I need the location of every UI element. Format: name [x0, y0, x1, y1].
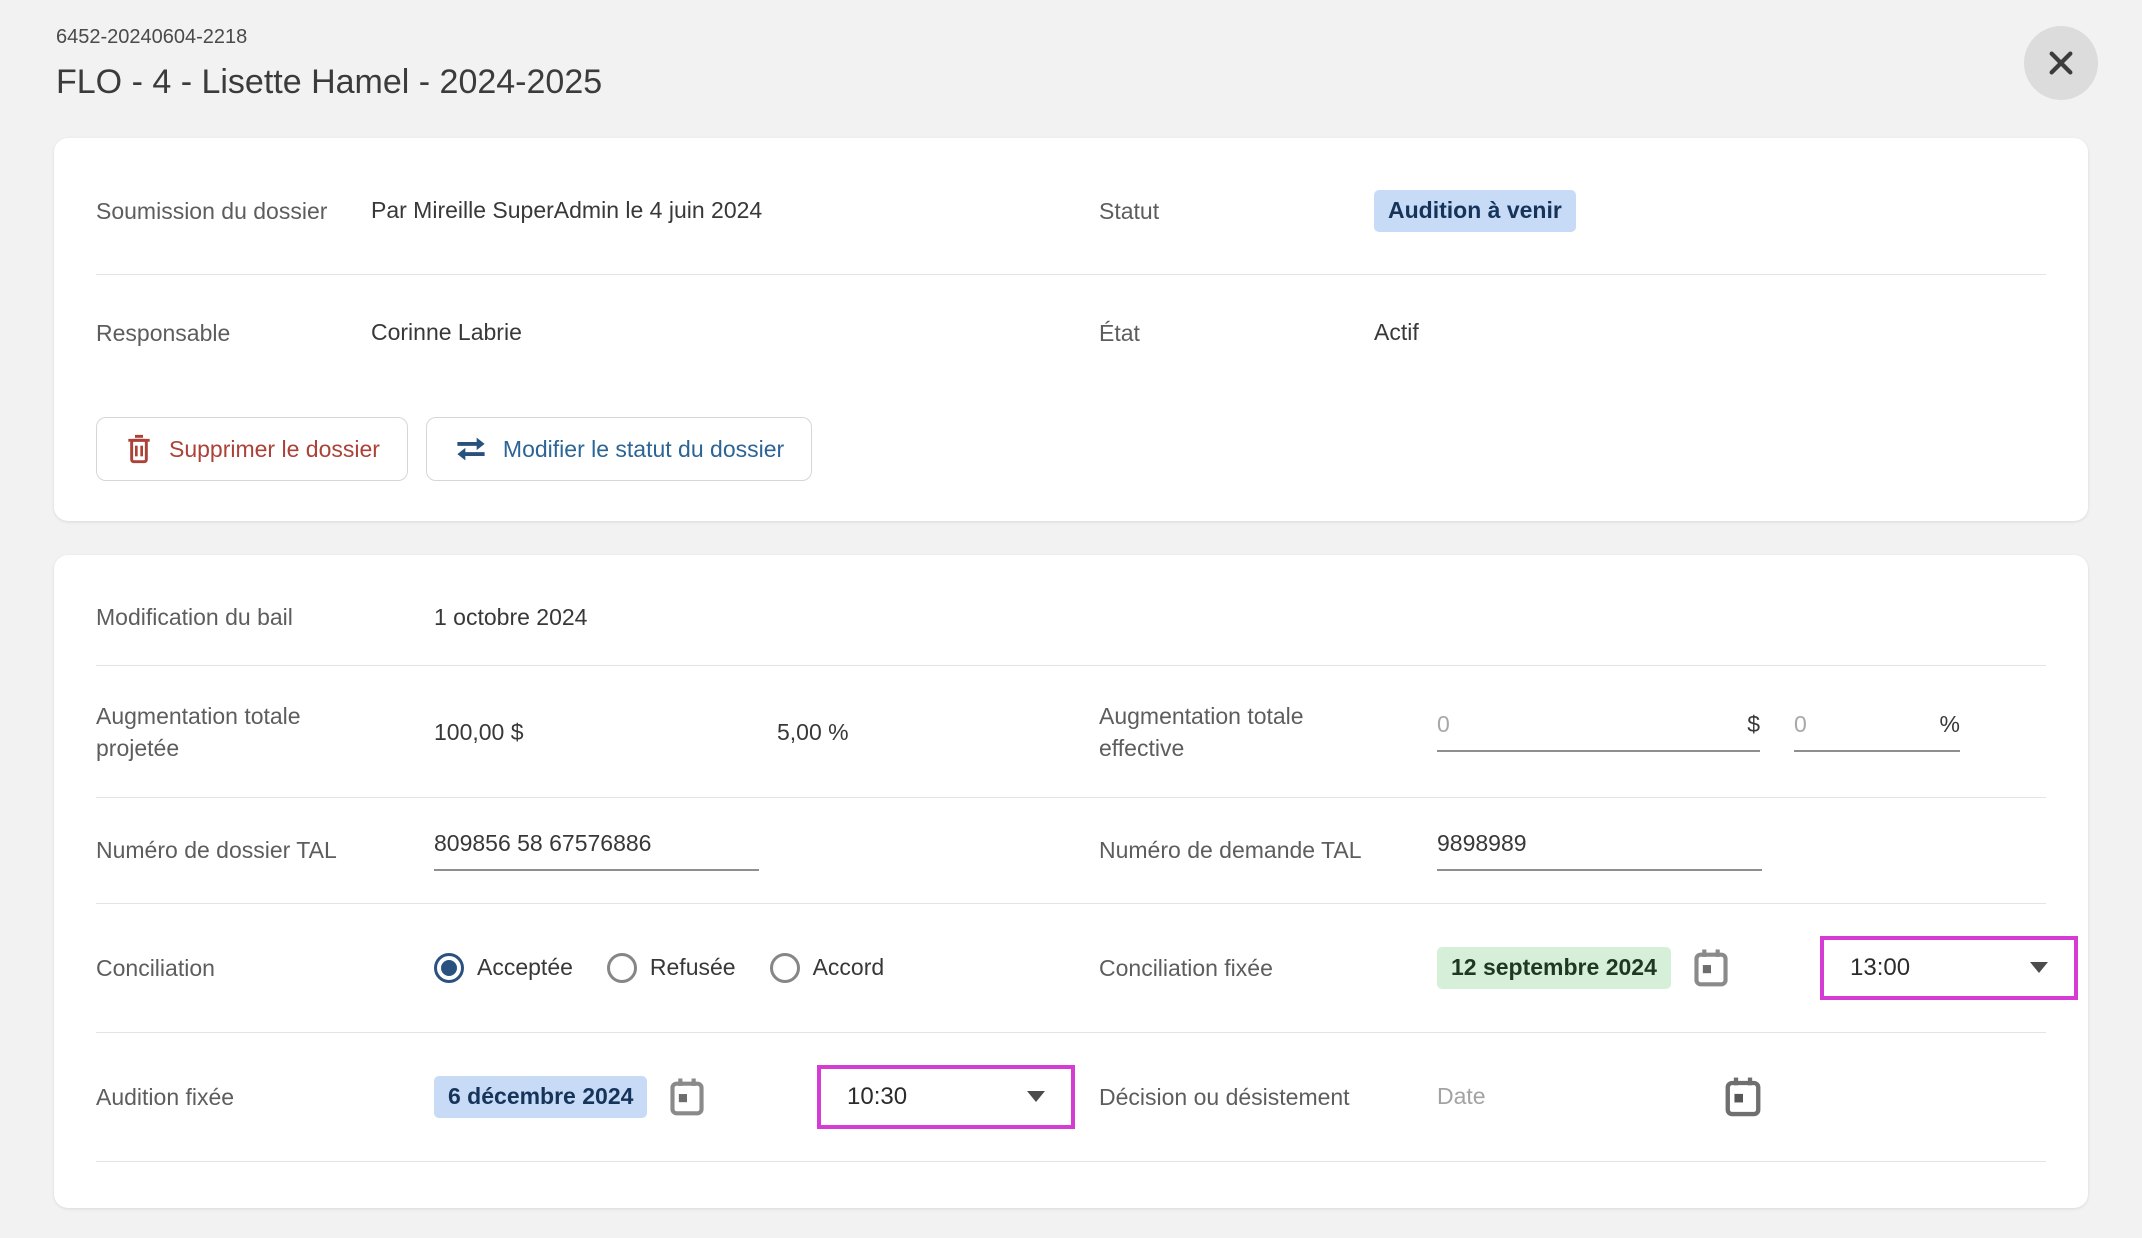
responsible-value: Corinne Labrie — [371, 319, 522, 346]
increase-row: Augmentation totale projetée 100,00 $ 5,… — [96, 666, 2046, 797]
close-button[interactable] — [2024, 26, 2098, 100]
modify-status-button[interactable]: Modifier le statut du dossier — [426, 417, 812, 481]
chevron-down-icon — [2030, 962, 2048, 973]
radio-label-accord: Accord — [813, 954, 885, 981]
submission-row: Soumission du dossier Par Mireille Super… — [96, 148, 2046, 275]
radio-option-refusee[interactable]: Refusée — [607, 953, 736, 983]
dollar-suffix: $ — [1747, 711, 1760, 750]
delete-case-button[interactable]: Supprimer le dossier — [96, 417, 408, 481]
projected-increase-percent: 5,00 % — [777, 719, 849, 746]
details-card: Modification du bail 1 octobre 2024 Augm… — [54, 555, 2088, 1208]
conciliation-date-badge[interactable]: 12 septembre 2024 — [1437, 947, 1671, 989]
page-title: FLO - 4 - Lisette Hamel - 2024-2025 — [56, 63, 2086, 102]
conciliation-time-value: 13:00 — [1850, 954, 1910, 982]
tal-request-number-field — [1437, 830, 1762, 871]
radio-unselected-icon — [607, 953, 637, 983]
effective-amount-field: $ — [1437, 711, 1760, 752]
status-label: Statut — [1099, 195, 1374, 227]
conciliation-time-select[interactable]: 13:00 — [1820, 936, 2078, 1000]
case-detail-page: 6452-20240604-2218 FLO - 4 - Lisette Ham… — [0, 0, 2142, 1238]
tal-request-number-input[interactable] — [1437, 830, 1762, 869]
hearing-time-value: 10:30 — [847, 1083, 907, 1111]
summary-card: Soumission du dossier Par Mireille Super… — [54, 138, 2088, 521]
hearing-date-badge[interactable]: 6 décembre 2024 — [434, 1076, 647, 1118]
transfer-arrows-icon — [454, 435, 488, 463]
responsible-label: Responsable — [96, 317, 371, 349]
delete-case-label: Supprimer le dossier — [169, 436, 380, 463]
modify-status-label: Modifier le statut du dossier — [503, 436, 784, 463]
conciliation-row: Conciliation Acceptée Refusée Accord Con… — [96, 904, 2046, 1033]
effective-percent-input[interactable] — [1794, 711, 1940, 750]
page-header: 6452-20240604-2218 FLO - 4 - Lisette Ham… — [0, 0, 2142, 102]
conciliation-date-label: Conciliation fixée — [1099, 952, 1437, 984]
state-label: État — [1099, 317, 1374, 349]
radio-selected-icon — [434, 953, 464, 983]
chevron-down-icon — [1027, 1091, 1045, 1102]
decision-date-placeholder[interactable]: Date — [1437, 1083, 1702, 1110]
state-value: Actif — [1374, 319, 1419, 346]
submission-label: Soumission du dossier — [96, 195, 371, 227]
projected-increase-amount: 100,00 $ — [434, 719, 777, 746]
calendar-icon[interactable] — [669, 1077, 705, 1117]
responsible-row: Responsable Corinne Labrie État Actif — [96, 275, 2046, 391]
effective-amount-input[interactable] — [1437, 711, 1747, 750]
radio-option-acceptee[interactable]: Acceptée — [434, 953, 573, 983]
tal-request-number-label: Numéro de demande TAL — [1099, 834, 1437, 866]
tal-numbers-row: Numéro de dossier TAL Numéro de demande … — [96, 798, 2046, 904]
effective-increase-label: Augmentation totale effective — [1099, 700, 1437, 764]
hearing-decision-row: Audition fixée 6 décembre 2024 10:30 Déc… — [96, 1033, 2046, 1162]
radio-label-refusee: Refusée — [650, 954, 736, 981]
actions-row: Supprimer le dossier Modifier le statut … — [96, 417, 2046, 481]
status-badge: Audition à venir — [1374, 190, 1576, 232]
calendar-icon[interactable] — [1693, 948, 1729, 988]
lease-modification-row: Modification du bail 1 octobre 2024 — [96, 569, 2046, 666]
lease-modification-value: 1 octobre 2024 — [434, 604, 587, 631]
calendar-icon[interactable] — [1724, 1076, 1762, 1118]
effective-percent-field: % — [1794, 711, 1960, 752]
close-icon — [2045, 47, 2077, 79]
radio-unselected-icon — [770, 953, 800, 983]
hearing-time-select[interactable]: 10:30 — [817, 1065, 1075, 1129]
radio-label-acceptee: Acceptée — [477, 954, 573, 981]
case-number: 6452-20240604-2218 — [56, 26, 2086, 49]
submission-value: Par Mireille SuperAdmin le 4 juin 2024 — [371, 197, 762, 224]
tal-file-number-label: Numéro de dossier TAL — [96, 834, 434, 866]
percent-suffix: % — [1940, 711, 1960, 750]
tal-file-number-input[interactable] — [434, 830, 759, 869]
lease-modification-label: Modification du bail — [96, 601, 434, 633]
tal-file-number-field — [434, 830, 759, 871]
hearing-date-label: Audition fixée — [96, 1081, 434, 1113]
conciliation-label: Conciliation — [96, 952, 434, 984]
trash-icon — [124, 433, 154, 465]
radio-option-accord[interactable]: Accord — [770, 953, 885, 983]
decision-label: Décision ou désistement — [1099, 1081, 1437, 1113]
projected-increase-label: Augmentation totale projetée — [96, 700, 434, 764]
